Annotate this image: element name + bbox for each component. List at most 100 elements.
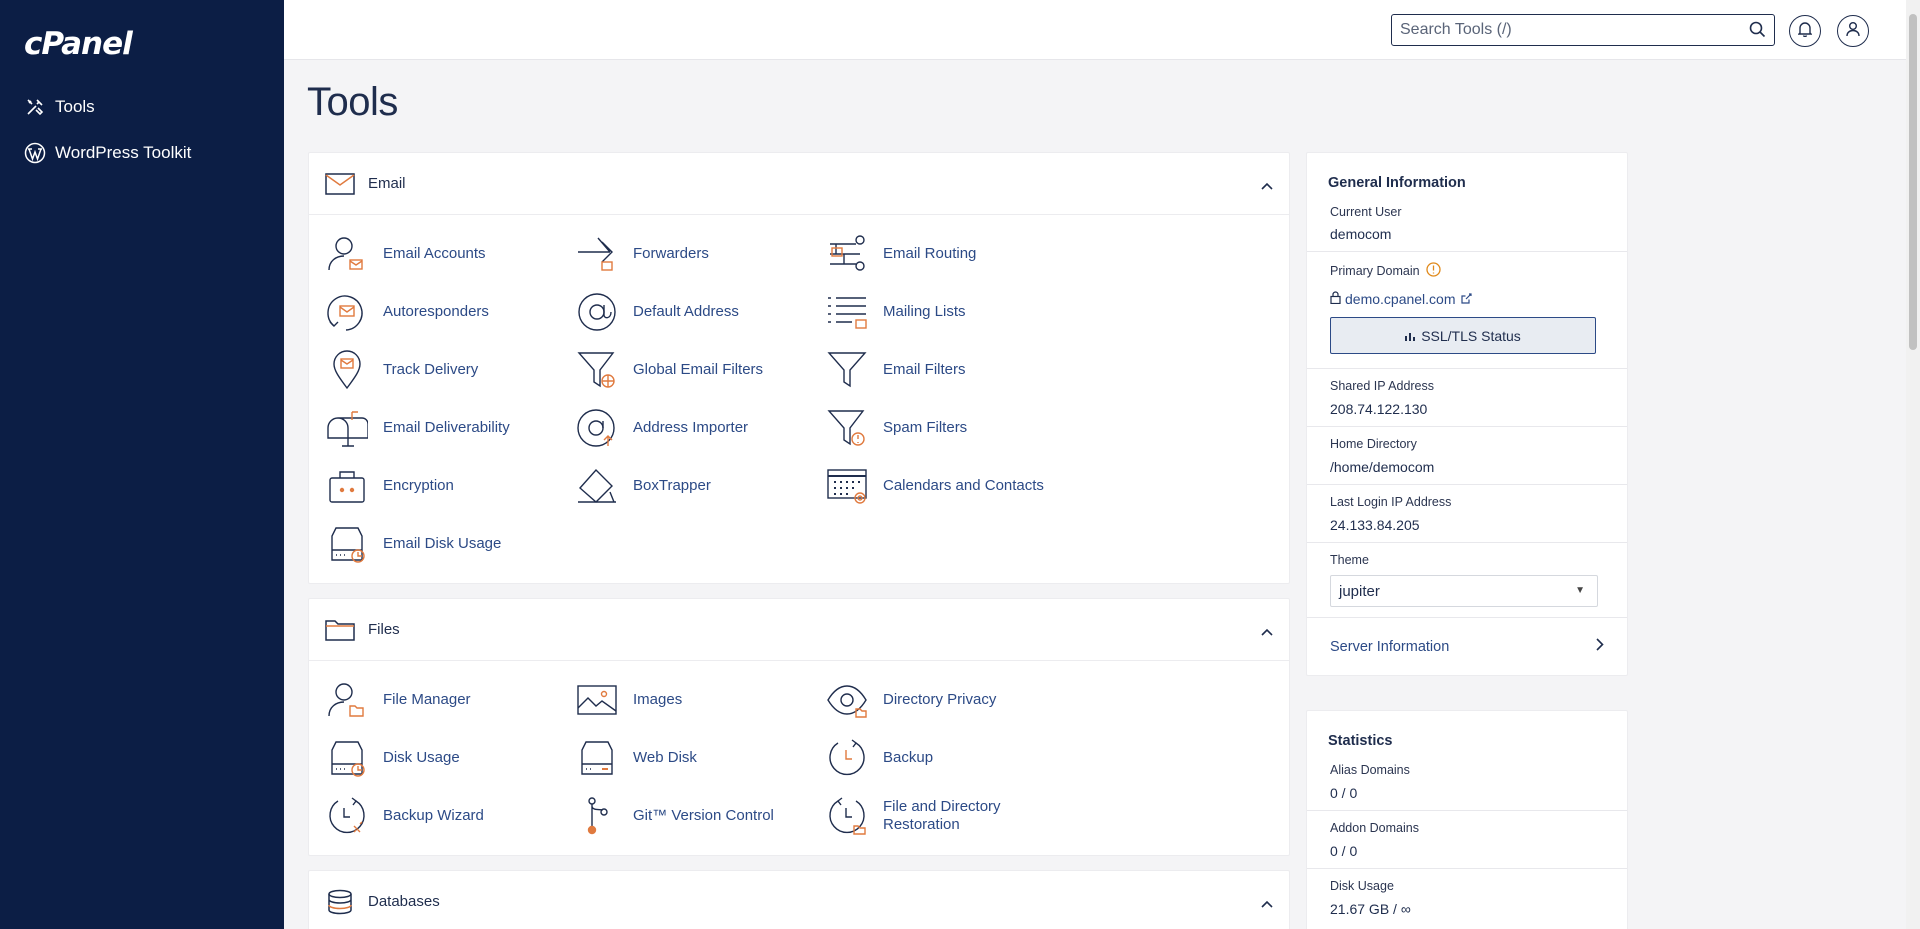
disk-usage-value: 21.67 GB / ∞ xyxy=(1330,901,1411,917)
tool-label: Forwarders xyxy=(633,245,709,262)
files-panel-header[interactable]: Files xyxy=(309,599,1289,661)
search-box[interactable] xyxy=(1391,14,1775,46)
theme-select[interactable]: jupiter ▼ xyxy=(1330,575,1598,607)
notifications-button[interactable] xyxy=(1789,15,1821,47)
chevron-up-icon[interactable] xyxy=(1261,177,1273,195)
envelope-icon xyxy=(325,170,355,198)
tool-mailing-lists[interactable]: Mailing Lists xyxy=(825,288,1065,336)
tool-git-version-control[interactable]: Git™ Version Control xyxy=(575,792,815,840)
tool-email-accounts[interactable]: Email Accounts xyxy=(325,230,565,278)
tool-address-importer[interactable]: Address Importer xyxy=(575,404,815,452)
tool-track-delivery[interactable]: Track Delivery xyxy=(325,346,565,394)
tools-icon xyxy=(24,96,46,118)
theme-label: Theme xyxy=(1330,553,1369,567)
tool-label: Mailing Lists xyxy=(883,303,966,320)
tool-label: Address Importer xyxy=(633,419,749,436)
tool-directory-privacy[interactable]: Directory Privacy xyxy=(825,676,1065,724)
primary-domain-link[interactable]: demo.cpanel.com xyxy=(1345,291,1456,307)
tool-disk-usage[interactable]: Disk Usage xyxy=(325,734,565,782)
at-sign-icon xyxy=(575,290,619,334)
panel-title: Statistics xyxy=(1328,733,1393,749)
tool-label: Git™ Version Control xyxy=(633,807,774,824)
current-user-row: Current User democom xyxy=(1307,201,1627,252)
eye-icon xyxy=(825,678,869,722)
tool-email-disk-usage[interactable]: Email Disk Usage xyxy=(325,520,565,568)
addon-domains-value: 0 / 0 xyxy=(1330,843,1358,859)
tool-email-routing[interactable]: Email Routing xyxy=(825,230,1065,278)
email-panel: Email Email Accounts Forwarders Email Ro… xyxy=(308,152,1290,584)
tool-spam-filters[interactable]: Spam Filters xyxy=(825,404,1065,452)
boxtrapper-icon xyxy=(575,464,619,508)
shared-ip-row: Shared IP Address 208.74.122.130 xyxy=(1307,369,1627,427)
tool-global-email-filters[interactable]: Global Email Filters xyxy=(575,346,815,394)
tool-label: BoxTrapper xyxy=(633,477,711,494)
tool-label: Global Email Filters xyxy=(633,361,764,378)
tool-label: Images xyxy=(633,691,683,708)
email-accounts-icon xyxy=(325,232,369,276)
search-icon[interactable] xyxy=(1749,21,1766,43)
tool-label: Track Delivery xyxy=(383,361,479,378)
tool-label: Email Filters xyxy=(883,361,966,378)
tool-file-manager[interactable]: File Manager xyxy=(325,676,565,724)
theme-row: Theme jupiter ▼ xyxy=(1307,543,1627,618)
primary-domain-label: Primary Domain xyxy=(1330,264,1420,278)
images-icon xyxy=(575,678,619,722)
spam-filter-icon xyxy=(825,406,869,450)
page-title: Tools xyxy=(307,80,398,124)
search-input[interactable] xyxy=(1392,21,1732,39)
ssl-button-label: SSL/TLS Status xyxy=(1421,327,1521,344)
git-icon xyxy=(575,794,619,838)
tool-forwarders[interactable]: Forwarders xyxy=(575,230,815,278)
user-menu-button[interactable] xyxy=(1837,15,1869,47)
folder-icon xyxy=(325,616,355,644)
server-information-link[interactable]: Server Information xyxy=(1307,618,1627,675)
tool-email-deliverability[interactable]: Email Deliverability xyxy=(325,404,565,452)
sidebar: cPanel Tools WordPress Toolkit xyxy=(0,0,284,929)
external-link-icon[interactable] xyxy=(1460,291,1472,307)
ssl-tls-status-button[interactable]: SSL/TLS Status xyxy=(1330,317,1596,354)
chevron-up-icon[interactable] xyxy=(1261,623,1273,641)
tool-images[interactable]: Images xyxy=(575,676,815,724)
home-directory-value: /home/democom xyxy=(1330,459,1435,475)
tool-calendars-and-contacts[interactable]: Calendars and Contacts xyxy=(825,462,1065,510)
sidebar-item-wordpress-toolkit[interactable]: WordPress Toolkit xyxy=(24,142,191,164)
caret-down-icon: ▼ xyxy=(1575,585,1585,596)
scrollbar-thumb[interactable] xyxy=(1909,14,1917,350)
addon-domains-label: Addon Domains xyxy=(1330,821,1419,835)
address-importer-icon xyxy=(575,406,619,450)
tool-default-address[interactable]: Default Address xyxy=(575,288,815,336)
sidebar-item-tools[interactable]: Tools xyxy=(24,96,95,118)
section-title: Email xyxy=(368,175,406,192)
chevron-up-icon[interactable] xyxy=(1261,895,1273,913)
tool-autoresponders[interactable]: Autoresponders xyxy=(325,288,565,336)
tool-email-filters[interactable]: Email Filters xyxy=(825,346,1065,394)
web-disk-icon xyxy=(575,736,619,780)
tool-encryption[interactable]: Encryption xyxy=(325,462,565,510)
autoresponders-icon xyxy=(325,290,369,334)
tool-web-disk[interactable]: Web Disk xyxy=(575,734,815,782)
scrollbar[interactable] xyxy=(1906,0,1920,929)
tool-label: Autoresponders xyxy=(383,303,489,320)
last-login-label: Last Login IP Address xyxy=(1330,495,1452,509)
databases-panel-header[interactable]: Databases xyxy=(309,871,1289,929)
chevron-right-icon xyxy=(1596,638,1604,655)
tool-boxtrapper[interactable]: BoxTrapper xyxy=(575,462,815,510)
user-icon xyxy=(1846,21,1860,42)
tool-label: Web Disk xyxy=(633,749,697,766)
tool-file-and-directory-restoration[interactable]: File and Directory Restoration xyxy=(825,792,1065,840)
email-panel-header[interactable]: Email xyxy=(309,153,1289,215)
current-user-label: Current User xyxy=(1330,205,1402,219)
tool-backup[interactable]: Backup xyxy=(825,734,1065,782)
panel-title: General Information xyxy=(1328,175,1466,191)
disk-usage-row: Disk Usage 21.67 GB / ∞ xyxy=(1307,869,1627,926)
warning-icon[interactable] xyxy=(1425,262,1441,280)
disk-usage-icon xyxy=(325,736,369,780)
cpanel-logo[interactable]: cPanel xyxy=(24,26,133,62)
encryption-icon xyxy=(325,464,369,508)
files-panel: Files File Manager Images Directory Priv… xyxy=(308,598,1290,856)
tool-label: Directory Privacy xyxy=(883,691,997,708)
tool-label: Spam Filters xyxy=(883,419,968,436)
tool-label: Email Deliverability xyxy=(383,419,510,436)
tool-backup-wizard[interactable]: Backup Wizard xyxy=(325,792,565,840)
general-information-panel: General Information Current User democom… xyxy=(1306,152,1628,676)
